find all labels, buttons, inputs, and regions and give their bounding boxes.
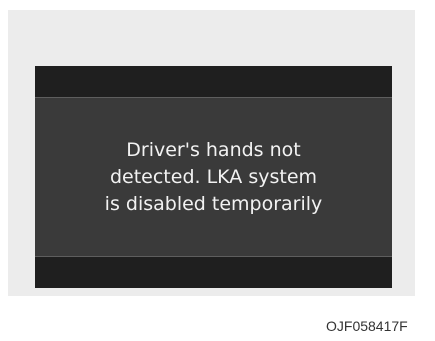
display-bottom-bar xyxy=(35,256,392,288)
cluster-display: Driver's hands not detected. LKA system … xyxy=(35,66,392,288)
display-top-bar xyxy=(35,66,392,98)
message-line-1: Driver's hands not xyxy=(126,138,301,161)
message-line-3: is disabled temporarily xyxy=(104,192,323,215)
message-line-2: detected. LKA system xyxy=(109,165,318,188)
lka-warning-message: Driver's hands not detected. LKA system … xyxy=(35,98,392,256)
figure-code: OJF058417F xyxy=(326,318,408,334)
